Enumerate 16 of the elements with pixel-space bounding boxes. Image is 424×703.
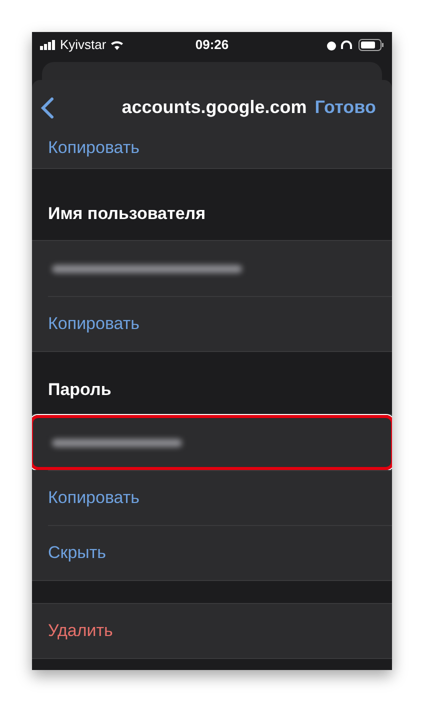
back-chevron-icon [40,96,54,118]
action-button[interactable]: Скрыть [48,540,106,566]
headphones-icon [341,40,352,50]
action-button[interactable]: Удалить [48,618,113,644]
signal-icon [40,40,56,50]
done-button[interactable]: Готово [314,94,376,121]
section-header: Пароль [48,378,112,400]
section-header: Имя пользователя [48,202,206,224]
wifi-icon [110,40,124,50]
action-button[interactable]: Копировать [48,484,140,510]
carrier-name: Kyivstar [60,36,106,54]
action-button[interactable]: Копировать [48,310,140,336]
battery-icon [356,39,384,51]
clock-time: 09:26 [195,36,229,54]
action-button[interactable]: Копировать [48,135,140,160]
nav-title: accounts.google.com [120,96,308,119]
